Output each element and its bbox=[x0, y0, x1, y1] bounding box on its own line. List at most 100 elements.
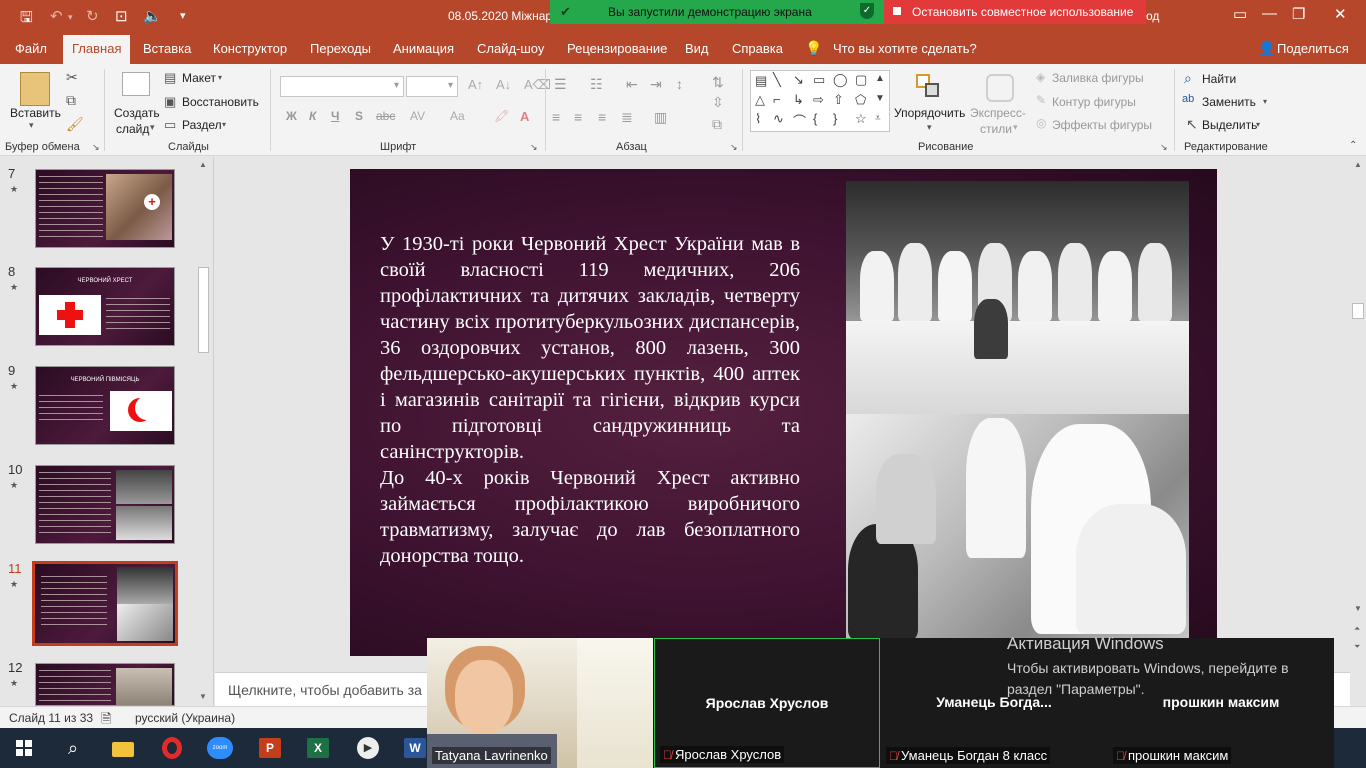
text-direction-icon[interactable]: ⇅ bbox=[712, 74, 724, 91]
rounded-rect-shape-icon[interactable]: ▢ bbox=[855, 72, 867, 88]
share-button[interactable]: Поделиться bbox=[1277, 41, 1349, 56]
align-center-icon[interactable]: ≡ bbox=[574, 109, 582, 125]
slide-thumbnail-7[interactable]: + bbox=[35, 169, 175, 248]
clipboard-launcher-icon[interactable]: ↘ bbox=[92, 142, 100, 153]
triangle-shape-icon[interactable]: △ bbox=[755, 92, 765, 108]
bold-button[interactable]: Ж bbox=[286, 109, 297, 123]
gallery-down-icon[interactable]: ▼ bbox=[875, 93, 885, 104]
section-button[interactable]: Раздел bbox=[182, 118, 222, 132]
media-player-icon[interactable]: ▶ bbox=[353, 733, 383, 763]
tab-review[interactable]: Рецензирование bbox=[567, 41, 667, 56]
participant-tile[interactable]: Ярослав Хруслов 🎙̸ Ярослав Хруслов bbox=[654, 638, 880, 768]
tab-view[interactable]: Вид bbox=[685, 41, 709, 56]
pentagon-shape-icon[interactable]: ⬠ bbox=[855, 92, 866, 108]
outline-icon[interactable]: ✎ bbox=[1036, 93, 1046, 107]
line-shape-icon[interactable]: ╲ bbox=[773, 72, 781, 88]
section-dropdown-icon[interactable]: ▾ bbox=[222, 120, 226, 129]
effects-icon[interactable]: ◎ bbox=[1036, 116, 1046, 130]
ribbon-display-icon[interactable]: ▭ bbox=[1233, 5, 1247, 23]
arrow-line-shape-icon[interactable]: ↘ bbox=[793, 72, 804, 88]
textbox-shape-icon[interactable]: ▤ bbox=[755, 73, 767, 89]
scrollbar-thumb[interactable] bbox=[198, 267, 209, 353]
rectangle-shape-icon[interactable]: ▭ bbox=[813, 72, 825, 88]
find-icon[interactable]: ⌕ bbox=[1184, 70, 1192, 87]
star-shape-icon[interactable]: ☆ bbox=[855, 111, 867, 127]
replace-button[interactable]: Заменить bbox=[1202, 95, 1256, 109]
quick-styles-icon[interactable] bbox=[986, 74, 1014, 102]
search-icon[interactable]: ⌕ bbox=[58, 733, 88, 763]
reset-icon[interactable]: ▣ bbox=[164, 94, 176, 110]
new-slide-button[interactable]: Создать bbox=[114, 106, 160, 120]
clear-format-icon[interactable]: A⌫ bbox=[524, 77, 551, 93]
present-from-start-icon[interactable]: ⊡ bbox=[115, 7, 128, 25]
shadow-button[interactable]: S bbox=[355, 109, 363, 123]
zoom-app-icon[interactable]: zoom bbox=[205, 733, 235, 763]
tab-help[interactable]: Справка bbox=[732, 41, 783, 56]
quick-styles-button-line2[interactable]: стили bbox=[980, 122, 1012, 136]
underline-button[interactable]: Ч bbox=[331, 109, 339, 123]
replace-dropdown-icon[interactable]: ▾ bbox=[1263, 97, 1267, 106]
align-text-icon[interactable]: ⇳ bbox=[712, 94, 724, 111]
cut-icon[interactable]: ✂ bbox=[66, 69, 78, 86]
scroll-down-icon[interactable]: ▼ bbox=[199, 692, 207, 701]
shape-fill-button[interactable]: Заливка фигуры bbox=[1052, 71, 1144, 85]
scroll-up-icon[interactable]: ▲ bbox=[199, 160, 207, 169]
new-slide-icon[interactable] bbox=[122, 72, 150, 96]
font-family-select[interactable]: ▾ bbox=[280, 76, 404, 97]
maximize-icon[interactable]: ❐ bbox=[1292, 5, 1305, 23]
tell-me-search[interactable]: Что вы хотите сделать? bbox=[833, 41, 977, 56]
font-launcher-icon[interactable]: ↘ bbox=[530, 142, 538, 153]
font-size-select[interactable]: ▾ bbox=[406, 76, 458, 97]
collapse-ribbon-icon[interactable]: ⌃ bbox=[1349, 140, 1357, 151]
highlight-icon[interactable]: 🖍 bbox=[494, 109, 509, 123]
quick-styles-button[interactable]: Экспресс- bbox=[970, 106, 1026, 120]
quick-styles-dropdown-icon[interactable]: ▾ bbox=[1013, 122, 1018, 133]
elbow-arrow-shape-icon[interactable]: ↳ bbox=[793, 92, 804, 108]
paragraph-launcher-icon[interactable]: ↘ bbox=[730, 142, 738, 153]
slide-thumbnail-8[interactable]: ЧЕРВОНИЙ ХРЕСТ bbox=[35, 267, 175, 346]
speaker-icon[interactable]: 🔈 bbox=[143, 7, 162, 25]
replace-icon[interactable]: ab bbox=[1182, 93, 1194, 105]
start-icon[interactable] bbox=[10, 733, 40, 763]
slide-thumbnail-10[interactable] bbox=[35, 465, 175, 544]
language-indicator[interactable]: русский (Украина) bbox=[135, 711, 235, 725]
thumbnails-scrollbar[interactable]: ▲ ▼ bbox=[196, 157, 211, 706]
grow-font-icon[interactable]: A↑ bbox=[468, 77, 483, 92]
numbering-icon[interactable]: ☷ bbox=[590, 76, 603, 93]
paste-icon[interactable] bbox=[20, 72, 50, 106]
slide-thumbnail-11[interactable] bbox=[32, 561, 178, 646]
word-icon[interactable]: W bbox=[400, 733, 430, 763]
oval-shape-icon[interactable]: ◯ bbox=[833, 72, 848, 88]
opera-icon[interactable] bbox=[157, 733, 187, 763]
scroll-up-icon[interactable]: ▲ bbox=[1354, 160, 1362, 169]
next-slide-icon[interactable]: ⏷ bbox=[1354, 642, 1360, 652]
tab-transitions[interactable]: Переходы bbox=[310, 41, 371, 56]
arrange-icon[interactable] bbox=[916, 74, 942, 100]
italic-button[interactable]: К bbox=[309, 109, 316, 123]
justify-icon[interactable]: ≣ bbox=[621, 109, 633, 126]
up-arrow-shape-icon[interactable]: ⇧ bbox=[833, 92, 844, 108]
slide-body-text[interactable]: У 1930-ті роки Червоний Хрест України ма… bbox=[380, 231, 800, 569]
file-explorer-icon[interactable] bbox=[108, 733, 138, 763]
layout-icon[interactable]: ▤ bbox=[164, 70, 176, 86]
format-painter-icon[interactable]: 🖌 bbox=[66, 116, 84, 133]
fill-icon[interactable]: ◈ bbox=[1036, 70, 1045, 84]
freeform-shape-icon[interactable]: ⌇ bbox=[755, 111, 761, 127]
paste-button[interactable]: Вставить bbox=[10, 106, 61, 120]
shapes-gallery[interactable]: ▤ ╲ ↘ ▭ ◯ ▢ △ ⌐ ↳ ⇨ ⇧ ⬠ ⌇ ∿ ⌒ { } ☆ ▲ ▼ … bbox=[750, 70, 890, 132]
redo-icon[interactable]: ↻ bbox=[86, 7, 99, 25]
arrange-button[interactable]: Упорядочить bbox=[894, 106, 965, 120]
brace-right-shape-icon[interactable]: } bbox=[833, 111, 837, 126]
strikethrough-button[interactable]: abc bbox=[376, 109, 395, 123]
gallery-up-icon[interactable]: ▲ bbox=[875, 73, 885, 84]
tab-home[interactable]: Главная bbox=[63, 35, 131, 64]
tab-animations[interactable]: Анимация bbox=[393, 41, 454, 56]
editor-scrollbar[interactable]: ▲ ▼ ⏶ ⏷ bbox=[1350, 157, 1366, 706]
tab-file[interactable]: Файл bbox=[15, 41, 47, 56]
arrange-dropdown-icon[interactable]: ▾ bbox=[927, 122, 932, 133]
align-left-icon[interactable]: ≡ bbox=[552, 109, 560, 125]
save-icon[interactable]: 🖫 bbox=[20, 7, 33, 32]
new-slide-button-line2[interactable]: слайд bbox=[116, 122, 149, 136]
gallery-more-icon[interactable]: ⩡ bbox=[875, 113, 881, 124]
excel-icon[interactable]: X bbox=[303, 733, 333, 763]
